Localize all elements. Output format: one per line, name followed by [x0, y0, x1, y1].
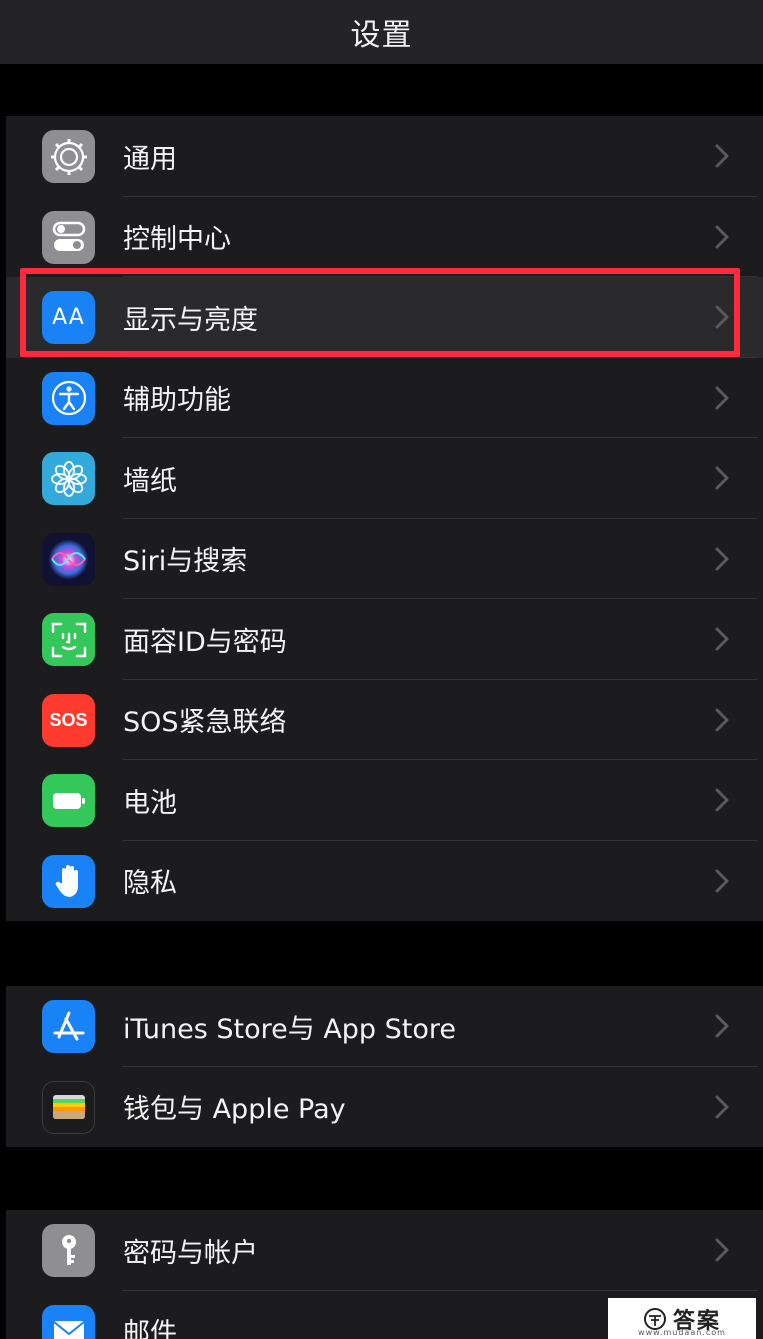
settings-row-privacy[interactable]: 隐私: [6, 841, 763, 922]
face-id-icon: [42, 613, 95, 666]
settings-row-label: 显示与亮度: [123, 304, 258, 336]
chevron-right-icon: [715, 760, 729, 841]
settings-row-label: 密码与帐户: [123, 1237, 258, 1269]
key-icon: [42, 1224, 95, 1277]
siri-icon: [42, 532, 95, 586]
settings-row-label: iTunes Store与 App Store: [123, 1013, 457, 1045]
chevron-right-icon: [715, 1067, 729, 1148]
watermark-logo: 答案 www.mudaan.com: [608, 1298, 756, 1339]
settings-row-battery[interactable]: 电池: [6, 760, 763, 841]
settings-row-wallpaper[interactable]: 墙纸: [6, 438, 763, 519]
settings-row-label: 钱包与 Apple Pay: [123, 1094, 346, 1126]
accessibility-icon: [42, 371, 95, 425]
settings-row-label: SOS紧急联络: [123, 707, 287, 739]
sos-icon: SOS: [42, 693, 95, 747]
settings-row-label: 电池: [123, 787, 177, 819]
toggles-icon: [42, 210, 95, 264]
settings-row-label: 隐私: [123, 868, 177, 900]
navigation-bar: 设置: [0, 0, 763, 64]
settings-row-label: 控制中心: [123, 224, 231, 256]
hand-icon: [42, 854, 95, 908]
settings-row-label: Siri与搜索: [123, 546, 248, 578]
text-size-icon: AA: [42, 291, 95, 344]
settings-row-emergency-sos[interactable]: SOS SOS紧急联络: [6, 680, 763, 761]
gear-icon: [42, 130, 95, 183]
chevron-right-icon: [715, 680, 729, 761]
settings-row-display-brightness[interactable]: AA 显示与亮度: [6, 277, 763, 358]
chevron-right-icon: [715, 841, 729, 922]
watermark-url: www.mudaan.com: [638, 1328, 726, 1337]
chevron-right-icon: [715, 438, 729, 519]
chevron-right-icon: [715, 277, 729, 358]
flower-icon: [42, 452, 95, 505]
settings-row-label: 辅助功能: [123, 385, 231, 417]
page-title: 设置: [350, 18, 413, 53]
wallet-icon: [42, 1080, 95, 1134]
settings-row-passwords-accounts[interactable]: 密码与帐户: [6, 1210, 763, 1291]
mail-icon: [42, 1304, 95, 1339]
settings-row-siri-search[interactable]: Siri与搜索: [6, 519, 763, 600]
settings-row-itunes-app-store[interactable]: iTunes Store与 App Store: [6, 986, 763, 1067]
settings-group-general: 通用 控制中心 AA 显示与亮度 辅助功能 墙纸 Siri与搜索 面容ID与密码…: [6, 116, 763, 921]
settings-row-accessibility[interactable]: 辅助功能: [6, 358, 763, 439]
chevron-right-icon: [715, 116, 729, 197]
chevron-right-icon: [715, 197, 729, 278]
text-size-glyph: AA: [52, 305, 85, 330]
settings-screen: 设置 通用 控制中心 AA 显示与亮度 辅助功能 墙纸 Siri与搜索 面容ID…: [0, 0, 763, 1339]
settings-row-label: 邮件: [123, 1318, 177, 1339]
chevron-right-icon: [715, 599, 729, 680]
settings-row-general[interactable]: 通用: [6, 116, 763, 197]
settings-row-wallet-apple-pay[interactable]: 钱包与 Apple Pay: [6, 1067, 763, 1148]
watermark-emblem-icon: [643, 1307, 666, 1330]
sos-glyph: SOS: [49, 709, 88, 730]
chevron-right-icon: [715, 986, 729, 1067]
settings-row-label: 通用: [123, 143, 177, 175]
settings-row-face-id[interactable]: 面容ID与密码: [6, 599, 763, 680]
app-store-icon: [42, 1000, 95, 1053]
chevron-right-icon: [715, 358, 729, 439]
settings-row-label: 墙纸: [123, 465, 177, 497]
settings-row-control-center[interactable]: 控制中心: [6, 197, 763, 278]
battery-icon: [42, 774, 95, 827]
settings-row-label: 面容ID与密码: [123, 626, 287, 658]
chevron-right-icon: [715, 519, 729, 600]
settings-group-stores: iTunes Store与 App Store 钱包与 Apple Pay: [6, 986, 763, 1147]
chevron-right-icon: [715, 1210, 729, 1291]
